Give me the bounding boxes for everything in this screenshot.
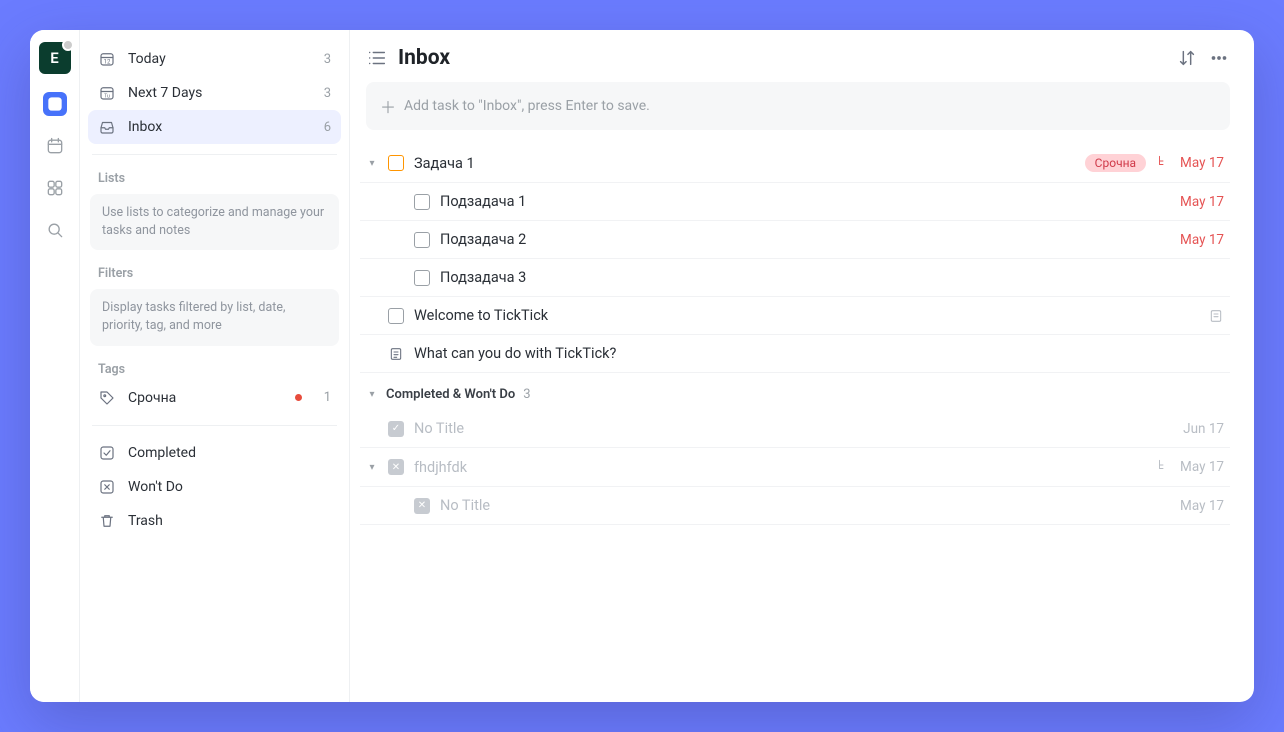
task-row[interactable]: ▾ What can you do with TickTick?: [360, 335, 1230, 373]
tag-color-dot: [295, 394, 302, 401]
task-title: What can you do with TickTick?: [414, 345, 1224, 362]
task-row[interactable]: ▾ Подзадача 2 May 17: [360, 221, 1230, 259]
avatar[interactable]: E: [39, 42, 71, 74]
task-date: May 17: [1180, 232, 1224, 248]
tasks-icon[interactable]: [43, 92, 67, 116]
task-checkbox[interactable]: [388, 155, 404, 171]
completed-section-header[interactable]: ▾ Completed & Won't Do 3: [360, 373, 1230, 410]
task-row[interactable]: ▾ ✕ fhdjhfdk May 17: [360, 448, 1230, 487]
sidebar-item-label: Next 7 Days: [128, 85, 312, 101]
more-icon[interactable]: [1208, 47, 1230, 69]
tags-section-title: Tags: [88, 356, 341, 381]
inbox-icon: [98, 118, 116, 136]
count: 6: [324, 120, 331, 135]
calendar-icon[interactable]: [43, 134, 67, 158]
task-title: No Title: [414, 420, 1173, 437]
subtask-tree-icon: [1156, 154, 1170, 172]
sidebar-item-completed[interactable]: Completed: [88, 436, 341, 470]
task-date: May 17: [1180, 155, 1224, 171]
task-title: Welcome to TickTick: [414, 307, 1198, 324]
sidebar-item-label: Trash: [128, 513, 331, 529]
sidebar-item-label: Inbox: [128, 119, 312, 135]
sidebar: 12 Today 3 Tu Next 7 Days 3 Inbox 6 List…: [80, 30, 350, 702]
task-checkbox[interactable]: [414, 270, 430, 286]
wontdo-icon: [98, 478, 116, 496]
task-row[interactable]: ▾ Welcome to TickTick: [360, 297, 1230, 335]
task-title: Задача 1: [414, 155, 1075, 172]
completed-icon: [98, 444, 116, 462]
apps-icon[interactable]: [43, 176, 67, 200]
note-icon: [1208, 308, 1224, 324]
task-checkbox[interactable]: [414, 232, 430, 248]
sidebar-item-label: Completed: [128, 445, 331, 461]
trash-icon: [98, 512, 116, 530]
task-row[interactable]: ▾ Подзадача 3: [360, 259, 1230, 297]
subtask-tree-icon: [1156, 458, 1170, 476]
sidebar-item-trash[interactable]: Trash: [88, 504, 341, 538]
sidebar-item-label: Today: [128, 51, 312, 67]
task-row[interactable]: ▾ Задача 1 Срочна May 17: [360, 144, 1230, 183]
done-checkbox[interactable]: ✓: [388, 421, 404, 437]
svg-text:Tu: Tu: [104, 94, 110, 100]
section-count: 3: [523, 387, 530, 402]
task-title: Подзадача 3: [440, 269, 1224, 286]
task-date: May 17: [1180, 194, 1224, 210]
task-title: Подзадача 2: [440, 231, 1170, 248]
count: 3: [324, 86, 331, 101]
add-task-placeholder: Add task to "Inbox", press Enter to save…: [404, 98, 650, 114]
wontdo-checkbox[interactable]: ✕: [388, 459, 404, 475]
lists-section-title: Lists: [88, 165, 341, 190]
filters-help: Display tasks filtered by list, date, pr…: [90, 289, 339, 345]
task-checkbox[interactable]: [414, 194, 430, 210]
sidebar-item-inbox[interactable]: Inbox 6: [88, 110, 341, 144]
search-icon[interactable]: [43, 218, 67, 242]
sidebar-item-next7[interactable]: Tu Next 7 Days 3: [88, 76, 341, 110]
add-task-input[interactable]: ＋ Add task to "Inbox", press Enter to sa…: [366, 82, 1230, 130]
tag-icon: [98, 389, 116, 407]
count: 1: [324, 390, 331, 405]
task-title: fhdjhfdk: [414, 459, 1146, 476]
chevron-down-icon[interactable]: ▾: [366, 158, 378, 169]
week-icon: Tu: [98, 84, 116, 102]
list-view-icon[interactable]: [366, 47, 388, 69]
icon-rail: E: [30, 30, 80, 702]
main-panel: Inbox ＋ Add task to "Inbox", press Enter…: [350, 30, 1254, 702]
filters-section-title: Filters: [88, 260, 341, 285]
page-title: Inbox: [398, 46, 1166, 70]
task-date: Jun 17: [1183, 421, 1224, 437]
doc-icon: [388, 346, 404, 362]
task-row[interactable]: ▾ Подзадача 1 May 17: [360, 183, 1230, 221]
chevron-down-icon[interactable]: ▾: [366, 389, 378, 400]
tag-pill[interactable]: Срочна: [1085, 154, 1146, 172]
lists-help: Use lists to categorize and manage your …: [90, 194, 339, 250]
task-title: Подзадача 1: [440, 193, 1170, 210]
task-row[interactable]: ▾ ✓ No Title Jun 17: [360, 410, 1230, 448]
task-date: May 17: [1180, 498, 1224, 514]
svg-text:12: 12: [104, 59, 111, 66]
task-title: No Title: [440, 497, 1170, 514]
tag-label: Срочна: [128, 390, 283, 406]
main-header: Inbox: [360, 46, 1230, 82]
today-icon: 12: [98, 50, 116, 68]
sort-icon[interactable]: [1176, 47, 1198, 69]
section-title: Completed & Won't Do: [386, 387, 515, 402]
plus-icon: ＋: [380, 94, 396, 118]
divider: [92, 154, 337, 155]
sidebar-item-wontdo[interactable]: Won't Do: [88, 470, 341, 504]
divider: [92, 425, 337, 426]
app-window: E 12 Today 3 Tu Next 7 Days 3 Inbox 6: [30, 30, 1254, 702]
task-row[interactable]: ▾ ✕ No Title May 17: [360, 487, 1230, 525]
task-checkbox[interactable]: [388, 308, 404, 324]
task-date: May 17: [1180, 459, 1224, 475]
sidebar-tag-item[interactable]: Срочна 1: [88, 381, 341, 415]
wontdo-checkbox[interactable]: ✕: [414, 498, 430, 514]
count: 3: [324, 52, 331, 67]
sidebar-item-today[interactable]: 12 Today 3: [88, 42, 341, 76]
task-list: ▾ Задача 1 Срочна May 17 ▾ Подзадача 1 M…: [360, 144, 1230, 525]
chevron-down-icon[interactable]: ▾: [366, 462, 378, 473]
sidebar-item-label: Won't Do: [128, 479, 331, 495]
